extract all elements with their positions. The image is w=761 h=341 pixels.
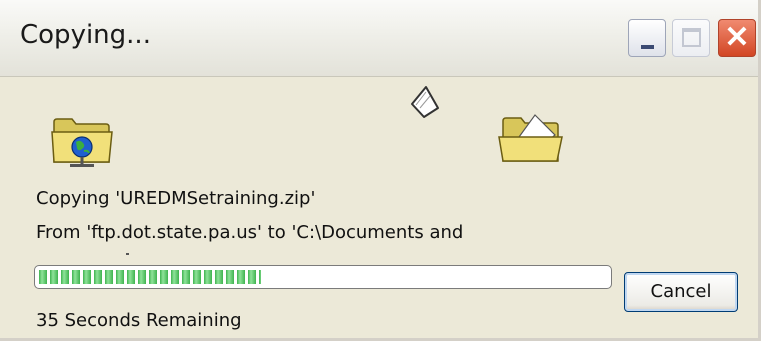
minimize-button[interactable] bbox=[628, 19, 666, 57]
clipped-text-line bbox=[36, 253, 396, 257]
progress-bar bbox=[34, 265, 612, 289]
minimize-icon bbox=[641, 45, 654, 49]
close-icon: ✕ bbox=[724, 21, 750, 54]
close-button[interactable]: ✕ bbox=[718, 19, 756, 57]
copy-path-text: From 'ftp.dot.state.pa.us' to 'C:\Docume… bbox=[36, 222, 464, 243]
time-remaining-text: 35 Seconds Remaining bbox=[36, 310, 242, 331]
progress-fill bbox=[39, 270, 261, 284]
maximize-button bbox=[672, 19, 710, 57]
document-icon bbox=[411, 86, 439, 118]
maximize-icon bbox=[682, 28, 701, 47]
ftp-folder-icon bbox=[51, 118, 113, 167]
copy-dialog: Copying... ✕ Copying 'UREDMSetraining.zi… bbox=[0, 0, 761, 341]
cancel-button[interactable]: Cancel bbox=[624, 272, 738, 312]
window-title: Copying... bbox=[20, 20, 151, 50]
copying-file-text: Copying 'UREDMSetraining.zip' bbox=[36, 188, 316, 209]
title-bar[interactable]: Copying... ✕ bbox=[0, 0, 758, 77]
open-folder-icon bbox=[498, 114, 563, 162]
